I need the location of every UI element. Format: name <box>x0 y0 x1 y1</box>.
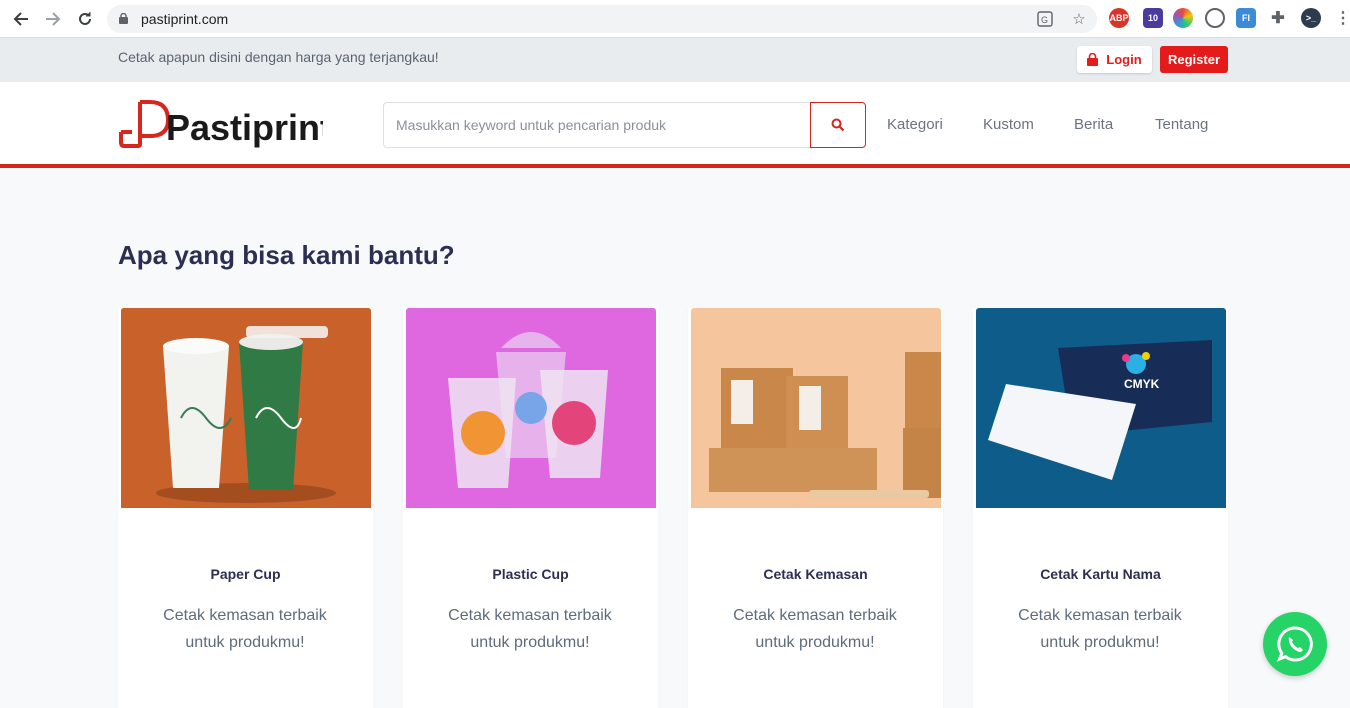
browser-toolbar: pastiprint.com G ☆ ABP 10 FI ✚ >_ ⋮ <box>0 0 1350 38</box>
card-description: Cetak kemasan terbaik untuk produkmu! <box>163 607 327 651</box>
puzzle-extension-icon[interactable]: ✚ <box>1268 8 1288 28</box>
svg-text:Pastiprint: Pastiprint <box>166 107 323 148</box>
whatsapp-button[interactable] <box>1263 612 1327 676</box>
product-card-cetak-kemasan[interactable]: Cetak Kemasan Cetak kemasan terbaik untu… <box>688 308 943 708</box>
nav-kategori[interactable]: Kategori <box>887 116 943 133</box>
card-title: Plastic Cup <box>492 566 569 582</box>
card-title: Cetak Kemasan <box>763 566 868 582</box>
card-title: Paper Cup <box>210 566 281 582</box>
kebab-menu-icon[interactable]: ⋮ <box>1333 8 1350 28</box>
card-title: Cetak Kartu Nama <box>1040 566 1161 582</box>
register-button[interactable]: Register <box>1160 46 1228 73</box>
svg-text:CMYK: CMYK <box>1124 377 1160 391</box>
badge-extension-icon[interactable]: 10 <box>1143 8 1163 28</box>
reload-icon[interactable] <box>73 7 97 31</box>
nav-berita[interactable]: Berita <box>1074 116 1113 133</box>
fi-extension-icon[interactable]: FI <box>1236 8 1256 28</box>
url-text: pastiprint.com <box>141 11 229 27</box>
kemasan-image <box>691 308 941 508</box>
site-header: Pastiprint Kategori Kustom Berita Tentan… <box>0 82 1350 168</box>
translate-icon[interactable]: G <box>1035 9 1055 29</box>
whatsapp-icon <box>1276 626 1313 662</box>
globe-extension-icon[interactable] <box>1205 8 1225 28</box>
login-button[interactable]: Login <box>1077 46 1152 73</box>
lock-icon <box>119 13 128 24</box>
product-card-plastic-cup[interactable]: Plastic Cup Cetak kemasan terbaik untuk … <box>403 308 658 708</box>
kartu-nama-image: CMYK <box>976 308 1226 508</box>
card-description: Cetak kemasan terbaik untuk produkmu! <box>1018 607 1182 651</box>
search-input[interactable] <box>383 102 811 148</box>
paper-cup-image <box>121 308 371 508</box>
tagline: Cetak apapun disini dengan harga yang te… <box>118 49 439 65</box>
color-wheel-extension-icon[interactable] <box>1173 8 1193 28</box>
login-label: Login <box>1106 52 1142 67</box>
forward-arrow-icon[interactable] <box>41 7 65 31</box>
terminal-extension-icon[interactable]: >_ <box>1301 8 1321 28</box>
nav-kustom[interactable]: Kustom <box>983 116 1034 133</box>
section-title: Apa yang bisa kami bantu? <box>118 240 455 270</box>
card-description: Cetak kemasan terbaik untuk produkmu! <box>733 607 897 651</box>
product-card-paper-cup[interactable]: Paper Cup Cetak kemasan terbaik untuk pr… <box>118 308 373 708</box>
lock-icon <box>1087 53 1099 66</box>
card-description: Cetak kemasan terbaik untuk produkmu! <box>448 607 612 651</box>
product-card-cetak-kartu-nama[interactable]: CMYK Cetak Kartu Nama Cetak kemasan terb… <box>973 308 1228 708</box>
address-bar[interactable]: pastiprint.com G ☆ <box>107 5 1097 33</box>
plastic-cup-image <box>406 308 656 508</box>
star-icon[interactable]: ☆ <box>1069 9 1089 29</box>
pastiprint-logo[interactable]: Pastiprint <box>118 96 323 152</box>
abp-extension-icon[interactable]: ABP <box>1109 8 1129 28</box>
search-button[interactable] <box>810 102 866 148</box>
nav-tentang[interactable]: Tentang <box>1155 116 1208 133</box>
search-icon <box>831 118 845 132</box>
svg-text:G: G <box>1041 15 1048 25</box>
back-arrow-icon[interactable] <box>9 7 33 31</box>
